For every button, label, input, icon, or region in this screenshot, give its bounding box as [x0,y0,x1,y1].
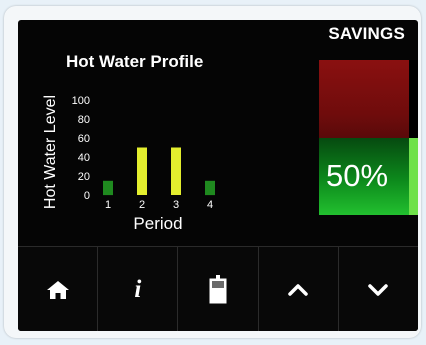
up-button[interactable] [259,247,339,331]
down-button[interactable] [339,247,418,331]
water-tank-icon [208,274,228,305]
x-tick-label: 3 [173,199,179,211]
x-tick-labels: 1 2 3 4 [105,199,213,211]
x-tick-label: 2 [139,199,145,211]
y-tick-label: 0 [84,190,90,202]
savings-level-marker [409,138,418,215]
chevron-up-icon [287,283,309,297]
chart-bar-period-4 [205,180,215,196]
savings-remaining-area [319,60,409,138]
chart-bar-period-2 [137,147,147,195]
savings-percent: 50% [326,158,389,193]
tank-button[interactable] [178,247,259,331]
hot-water-profile-chart: Hot Water Level 100 80 60 40 20 0 1 2 3 4 Period [42,95,215,233]
y-tick-labels: 100 80 60 40 20 0 [72,95,90,202]
savings-title: SAVINGS [328,24,405,43]
home-button[interactable] [18,247,99,331]
y-tick-label: 20 [78,171,90,183]
home-icon [45,278,71,302]
chart-y-axis-label: Hot Water Level [42,95,59,209]
chart-bar-period-3 [171,147,181,195]
y-tick-label: 100 [72,95,90,107]
display-screen: SAVINGS Hot Water Profile Hot Water Leve… [18,20,418,331]
x-tick-label: 4 [207,199,213,211]
y-tick-label: 60 [78,133,90,145]
info-icon: i [134,275,142,303]
x-tick-label: 1 [105,199,111,211]
y-tick-label: 80 [78,114,90,126]
y-tick-label: 40 [78,152,90,164]
navigation-bar: i [18,246,418,331]
chart-bar-period-1 [103,180,113,196]
info-button[interactable]: i [98,247,179,331]
chart-x-axis-label: Period [133,214,182,233]
chart-bars [103,147,215,196]
chevron-down-icon [367,283,389,297]
